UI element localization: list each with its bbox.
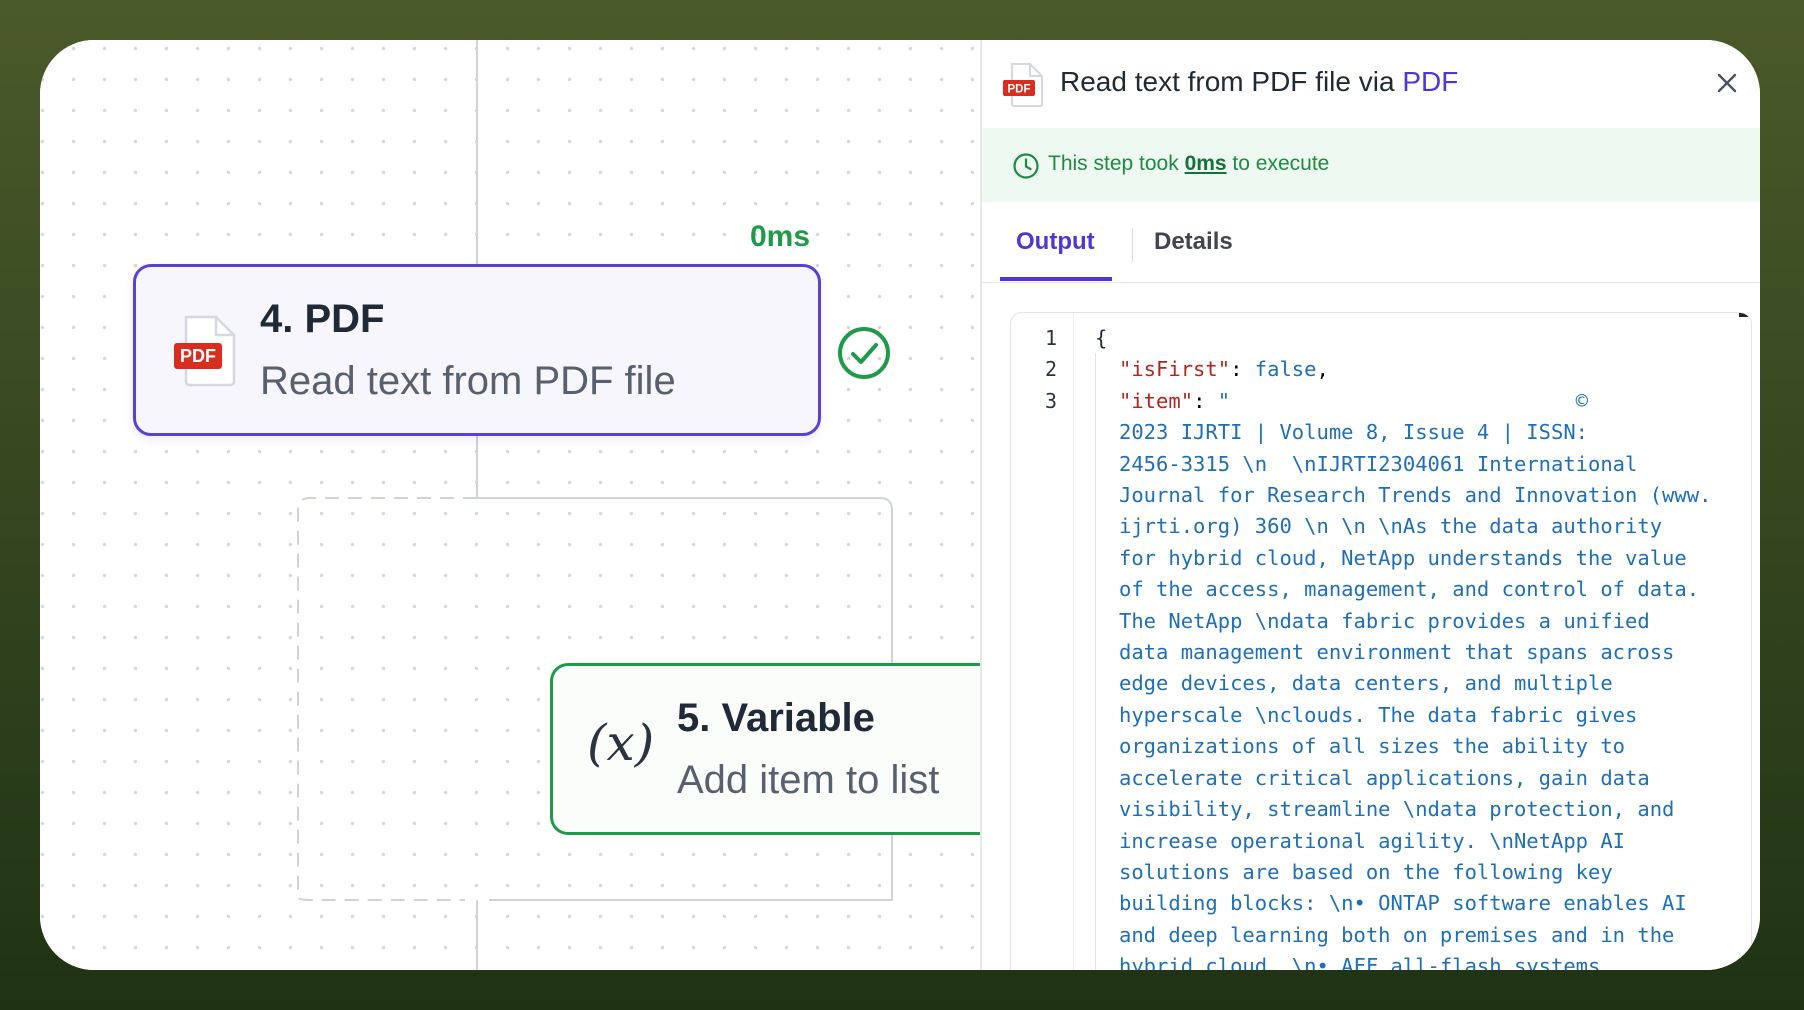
json-key: "isFirst": [1119, 357, 1231, 382]
json-key: "item": [1119, 388, 1194, 413]
exec-duration-link[interactable]: 0ms: [1185, 152, 1227, 175]
json-string-line: The NetApp \ndata fabric provides a unif…: [1119, 608, 1650, 633]
json-string-line: 2023 IJRTI | Volume 8, Issue 4 | ISSN:: [1119, 420, 1588, 445]
execution-time-text: This step took 0ms to execute: [1048, 152, 1329, 176]
success-check-icon: [838, 327, 890, 379]
line-number: 3: [1044, 388, 1057, 413]
step-duration-label: 0ms: [750, 220, 811, 253]
app-window: 0ms PDF 4. PDF Read text from PDF file (…: [40, 40, 1760, 970]
variable-step-node[interactable]: (x) 5. Variable Add item to list: [550, 663, 990, 835]
variable-node-subtitle: Add item to list: [677, 758, 940, 802]
json-open-brace: {: [1095, 326, 1108, 350]
json-string-line: data management environment that spans a…: [1119, 640, 1675, 665]
json-string-line: organizations of all sizes the ability t…: [1119, 734, 1626, 759]
tab-details[interactable]: Details: [1154, 228, 1233, 256]
pdf-file-icon: PDF: [1003, 63, 1043, 107]
integration-link[interactable]: PDF: [1402, 66, 1458, 97]
pdf-badge-text: PDF: [180, 346, 216, 366]
panel-title-text: Read text from PDF file via: [1060, 66, 1403, 97]
close-icon[interactable]: [1714, 70, 1740, 96]
panel-tabs: Output Details: [982, 202, 1760, 283]
pdf-file-icon: PDF: [174, 315, 236, 387]
json-string-line: Journal for Research Trends and Innovati…: [1119, 483, 1712, 508]
json-string-line: hybrid cloud. \n• AFF all-flash systems: [1119, 954, 1601, 970]
variable-icon: (x): [587, 714, 655, 772]
clock-icon: [1013, 153, 1039, 179]
pdf-step-node[interactable]: PDF 4. PDF Read text from PDF file: [133, 264, 821, 436]
tab-divider: [1132, 228, 1133, 262]
workflow-canvas[interactable]: 0ms PDF 4. PDF Read text from PDF file (…: [40, 40, 990, 970]
json-string-line: visibility, streamline \ndata protection…: [1119, 797, 1675, 822]
execution-time-banner: This step took 0ms to execute: [982, 128, 1760, 202]
json-line-item: "item": " ©: [1119, 388, 1589, 413]
panel-title: Read text from PDF file via PDF: [1060, 66, 1458, 98]
tab-output[interactable]: Output: [1016, 228, 1095, 256]
json-string-line: accelerate critical applications, gain d…: [1119, 765, 1650, 790]
line-number: 1: [1044, 326, 1057, 350]
json-string-line: ijrti.org) 360 \n \n \nAs the data autho…: [1119, 514, 1663, 539]
json-code: { "isFirst": false, "item": " © 2023 IJR…: [1095, 323, 1711, 970]
line-number: 2: [1044, 357, 1057, 382]
scrollbar[interactable]: [1739, 313, 1749, 317]
json-line-isfirst: "isFirst": false,: [1119, 357, 1329, 382]
json-string-line: of the access, management, and control o…: [1119, 577, 1700, 602]
json-string-line: building blocks: \n• ONTAP software enab…: [1119, 891, 1687, 916]
exec-suffix: to execute: [1226, 152, 1330, 175]
json-string-line: for hybrid cloud, NetApp understands the…: [1119, 545, 1687, 570]
json-string-line: hyperscale \nclouds. The data fabric giv…: [1119, 702, 1638, 727]
json-string-line: 2456-3315 \n \nIJRTI2304061 Internationa…: [1119, 451, 1638, 476]
panel-header: PDF Read text from PDF file via PDF: [982, 40, 1760, 129]
json-string-line: solutions are based on the following key: [1119, 859, 1613, 884]
exec-prefix: This step took: [1048, 152, 1185, 175]
json-item-value: 2023 IJRTI | Volume 8, Issue 4 | ISSN: 24…: [1095, 417, 1711, 970]
line-number-gutter: 1 2 3: [1011, 313, 1074, 970]
json-value: false: [1254, 357, 1317, 382]
output-json-viewer[interactable]: 1 2 3 { "isFirst": false, "item": " © 20…: [1010, 312, 1752, 970]
json-string-line: " ©: [1217, 388, 1589, 413]
json-string-line: and deep learning both on premises and i…: [1119, 922, 1675, 947]
variable-node-title: 5. Variable: [677, 696, 875, 740]
active-tab-indicator: [1000, 277, 1112, 281]
json-string-line: increase operational agility. \nNetApp A…: [1119, 828, 1626, 853]
pdf-node-subtitle: Read text from PDF file: [260, 359, 676, 403]
step-details-panel: PDF Read text from PDF file via PDF This…: [980, 40, 1760, 970]
header-pdf-badge-text: PDF: [1008, 84, 1031, 96]
json-string-line: edge devices, data centers, and multiple: [1119, 671, 1613, 696]
pdf-node-title: 4. PDF: [260, 297, 385, 341]
